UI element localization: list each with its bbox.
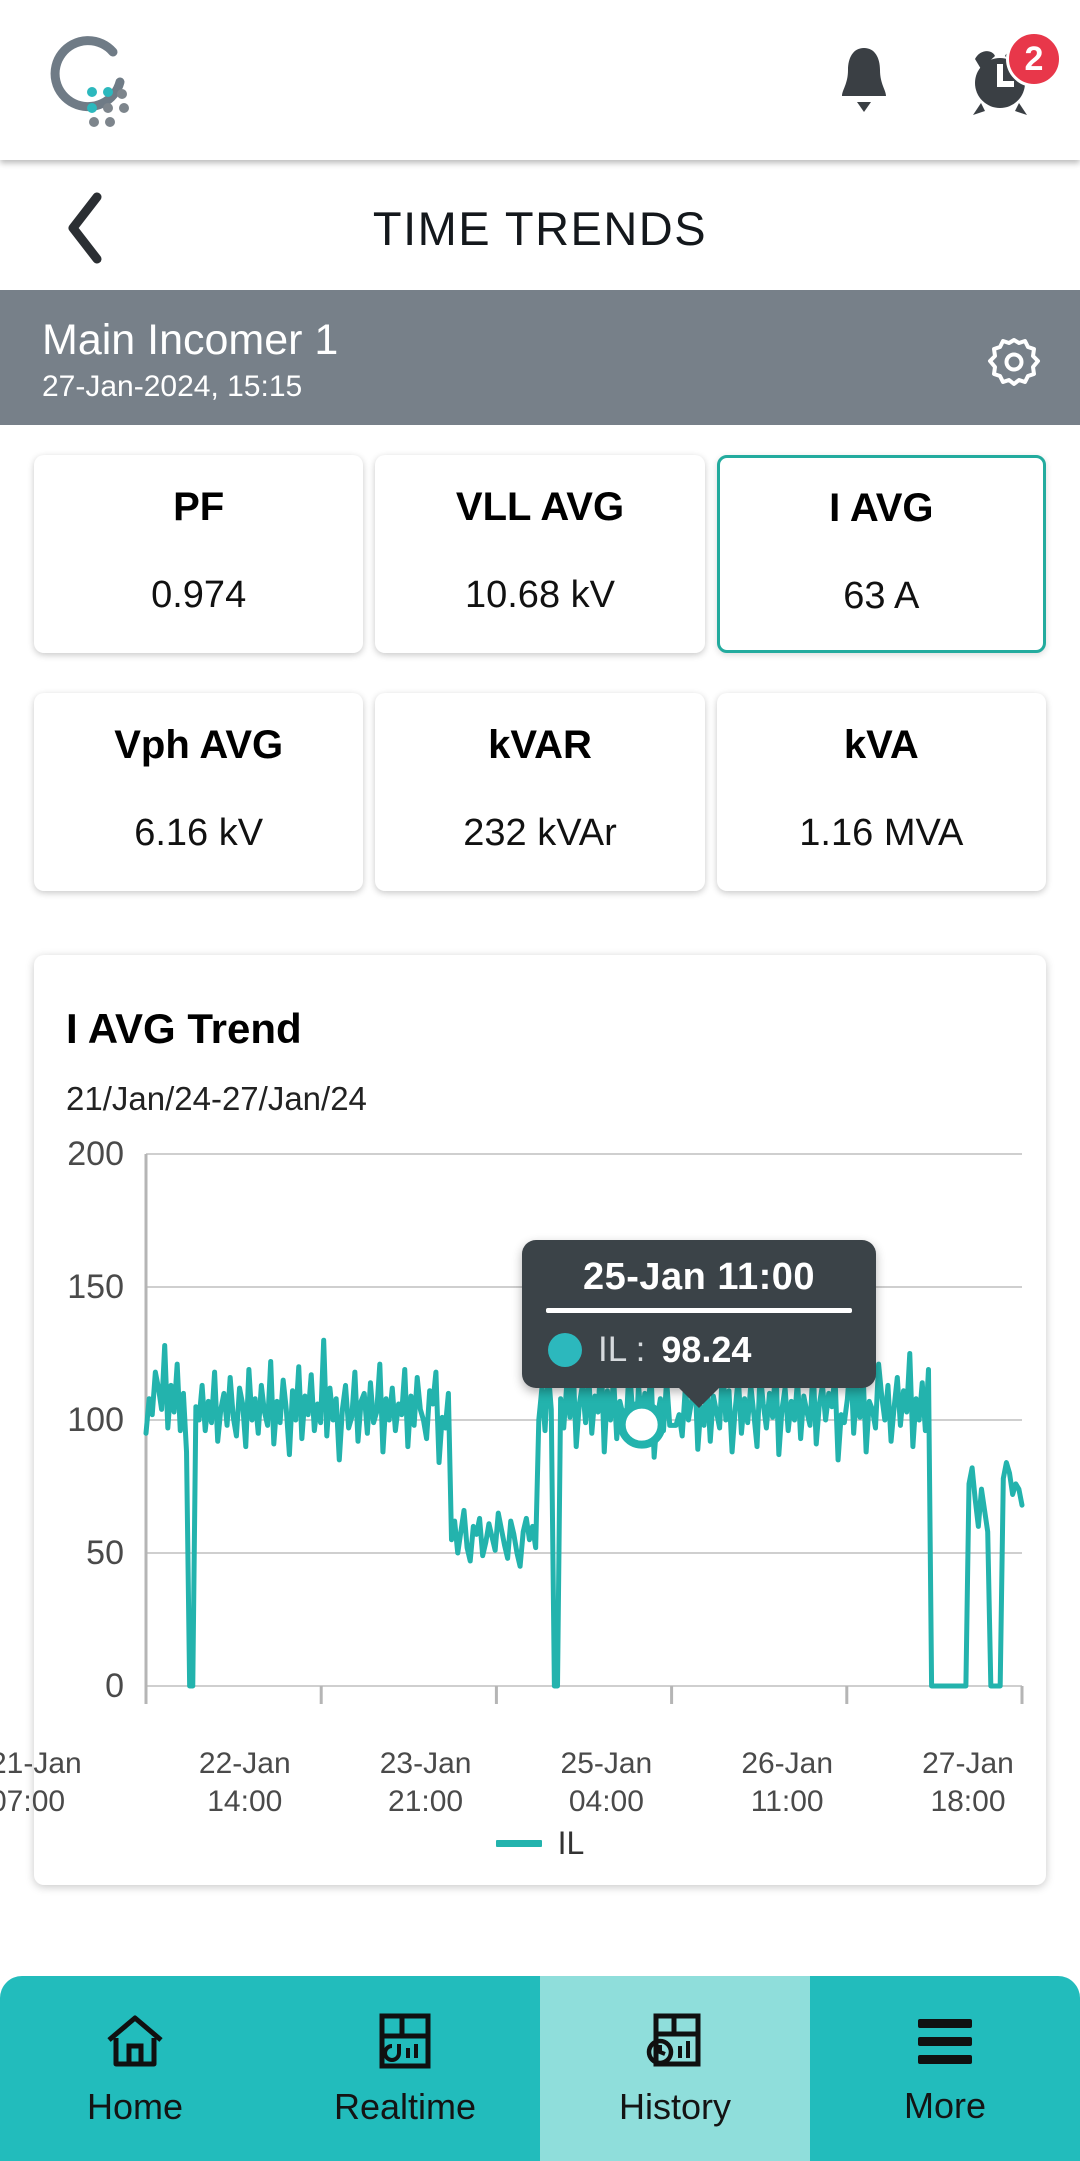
x-tick-date: 22-Jan	[198, 1747, 291, 1780]
pulse-ring-logo	[34, 30, 138, 128]
metric-label: kVAR	[488, 723, 592, 767]
metric-value: 1.16 MVA	[799, 812, 964, 854]
metric-value: 10.68 kV	[464, 574, 615, 616]
metric-card-vll-avg[interactable]: VLL AVG 10.68 kV	[375, 455, 705, 653]
metric-label: VLL AVG	[455, 485, 625, 529]
tooltip-series-dot	[548, 1333, 582, 1367]
x-tick-time: 11:00	[750, 1785, 824, 1819]
realtime-icon	[379, 2013, 431, 2068]
nav-item-more[interactable]: More	[810, 1976, 1080, 2161]
chart-title: I AVG Trend	[66, 1005, 302, 1052]
svg-text:50: 50	[86, 1534, 124, 1572]
nav-label: More	[903, 2084, 987, 2126]
metric-label: kVA	[843, 723, 919, 767]
svg-text:100: 100	[67, 1401, 124, 1439]
home-icon	[107, 2015, 163, 2066]
chevron-left-icon	[68, 192, 102, 264]
nav-label: History	[618, 2085, 731, 2127]
notification-bell-icon	[842, 48, 886, 112]
x-tick-time: 07:00	[0, 1785, 66, 1819]
gear-icon	[988, 338, 1040, 386]
metric-value: 63 A	[843, 575, 920, 617]
x-tick-date: 23-Jan	[379, 1747, 472, 1780]
metric-card-i-avg[interactable]: I AVG 63 A	[716, 455, 1046, 653]
chart-plot-area[interactable]: 0 50 100 150 200	[34, 1130, 1046, 1750]
hamburger-menu-icon	[918, 2018, 972, 2064]
history-icon	[646, 2013, 701, 2066]
nav-item-home[interactable]: Home	[0, 1976, 270, 2161]
top-app-bar: 2	[0, 0, 1080, 160]
alarm-badge-count: 2	[1006, 31, 1062, 87]
x-tick-date: 21-Jan	[0, 1747, 82, 1780]
metric-label: Vph AVG	[114, 723, 284, 767]
metric-value: 232 kVAr	[463, 812, 617, 854]
metric-cards-row-1: PF 0.974 VLL AVG 10.68 kV I AVG 63 A	[0, 455, 1080, 653]
metric-card-pf[interactable]: PF 0.974	[34, 455, 364, 653]
tooltip-series-row: IL : 98.24	[522, 1313, 876, 1371]
x-tick-date: 25-Jan	[560, 1747, 653, 1780]
metric-card-vph-avg[interactable]: Vph AVG 6.16 kV	[34, 693, 364, 891]
bottom-navigation-bar: Home Realtime History More	[0, 1976, 1080, 2161]
metric-label: I AVG	[829, 486, 934, 530]
notification-bell-button[interactable]	[824, 37, 904, 123]
svg-text:0: 0	[105, 1667, 124, 1705]
nav-label: Home	[86, 2085, 184, 2127]
trend-chart-card: I AVG Trend 21/Jan/24-27/Jan/24 0 50 100 15…	[0, 955, 1046, 1885]
settings-button[interactable]	[986, 334, 1042, 390]
legend-color-swatch	[495, 1839, 542, 1847]
nav-item-history[interactable]: History	[540, 1976, 810, 2161]
metric-label: PF	[173, 485, 225, 529]
svg-text:150: 150	[67, 1268, 124, 1306]
x-tick-date: 27-Jan	[922, 1747, 1014, 1780]
app-bar-actions: 2	[824, 0, 1062, 160]
tooltip-series-name: IL :	[598, 1330, 646, 1369]
x-tick-time: 21:00	[388, 1785, 464, 1819]
x-tick-time: 18:00	[930, 1785, 1006, 1819]
asset-header-bar: Main Incomer 1 27-Jan-2024, 15:15	[0, 290, 1080, 425]
x-tick-time: 14:00	[207, 1785, 283, 1819]
legend-label: IL	[557, 1824, 585, 1861]
metric-value: 6.16 kV	[134, 812, 264, 854]
asset-info: Main Incomer 1 27-Jan-2024, 15:15	[42, 316, 338, 404]
page-title: TIME TRENDS	[372, 201, 708, 255]
page-title-bar: TIME TRENDS	[0, 166, 1080, 290]
tooltip-arrow	[677, 1386, 721, 1408]
asset-timestamp: 27-Jan-2024, 15:15	[42, 370, 303, 404]
back-button[interactable]	[30, 166, 140, 290]
mobile-app-screen: 2 TIME TRENDS Main Incomer 1 27-Jan-2024…	[0, 0, 1080, 2161]
chart-legend: IL	[34, 1815, 1046, 1871]
nav-item-realtime[interactable]: Realtime	[270, 1976, 540, 2161]
x-tick-date: 26-Jan	[741, 1747, 834, 1780]
metric-card-kva[interactable]: kVA 1.16 MVA	[716, 693, 1046, 891]
chart-tooltip: 25-Jan 11:00 IL : 98.24	[522, 1240, 876, 1408]
tooltip-timestamp: 25-Jan 11:00	[582, 1256, 816, 1298]
nav-label: Realtime	[333, 2085, 477, 2127]
chart-date-range: 21/Jan/24-27/Jan/24	[66, 1080, 367, 1117]
metric-card-kvar[interactable]: kVAR 232 kVAr	[375, 693, 705, 891]
metric-cards-row-2: Vph AVG 6.16 kV kVAR 232 kVAr kVA 1.16 M…	[0, 693, 1080, 891]
x-tick-time: 04:00	[568, 1785, 644, 1819]
metric-value: 0.974	[151, 574, 247, 616]
svg-text:200: 200	[67, 1135, 124, 1173]
asset-name: Main Incomer 1	[42, 316, 339, 364]
alarm-clock-button[interactable]: 2	[960, 31, 1062, 123]
tooltip-series-value: 98.24	[661, 1329, 752, 1370]
